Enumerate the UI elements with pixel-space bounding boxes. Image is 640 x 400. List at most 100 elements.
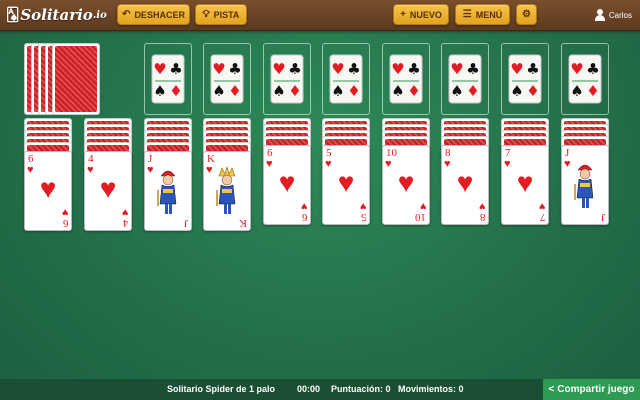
user-icon [594,9,606,21]
svg-text:♣: ♣ [347,60,360,78]
four-suits-icon: ♥ ♣♠ ♦ [151,54,185,104]
foundation-slot[interactable]: ♥ ♣ ♠ ♦ [382,43,430,115]
heart-icon: ♥ [397,167,415,198]
playing-card[interactable]: 4 ♥ 4 ♥ ♥ [84,151,132,231]
heart-icon: ♥ [539,200,546,212]
card-back-pattern [55,46,97,112]
svg-text:♥: ♥ [570,60,583,78]
share-button[interactable]: < Compartir juego [543,379,640,400]
card-rank: 5 [360,211,367,223]
svg-text:♦: ♦ [526,82,539,100]
menu-icon: ☰ [462,9,472,20]
svg-text:♦: ♦ [169,82,182,100]
card-rank: J [600,211,605,223]
playing-card[interactable]: 7 ♥ 7 ♥ ♥ [501,145,549,225]
timer: 00:00 [297,384,321,394]
card-rank: J [183,217,188,229]
foundation-slot[interactable]: ♥ ♣ ♠ ♦ [561,43,609,115]
heart-icon: ♥ [278,167,296,198]
playing-card[interactable]: 6 ♥ 6 ♥ ♥ [263,145,311,225]
hint-button[interactable]: 💡︎ PISTA [195,4,247,25]
logo-suffix: .io [92,9,107,21]
svg-text:♠: ♠ [391,82,404,100]
card-rank: 4 [122,217,129,229]
logo-text: Solitario [20,6,93,24]
svg-text:♣: ♣ [586,60,599,78]
heart-icon: ♥ [122,206,129,218]
plus-icon: + [400,9,406,20]
court-figure [154,164,182,218]
four-suits-icon: ♥ ♣♠ ♦ [270,54,304,104]
four-suits-icon: ♥ ♣♠ ♦ [508,54,542,104]
heart-icon: ♥ [360,200,367,212]
svg-text:♥: ♥ [272,60,285,78]
user-account[interactable]: Carlos [594,5,632,25]
svg-text:♠: ♠ [570,82,583,100]
undo-button[interactable]: ↶ DESHACER [117,4,190,25]
svg-text:♦: ♦ [288,82,301,100]
four-suits-icon: ♥ ♣♠ ♦ [210,54,244,104]
undo-label: DESHACER [134,9,185,20]
share-icon: < [548,384,555,395]
card-rank: 7 [539,211,546,223]
court-figure [213,164,241,218]
playing-card[interactable]: 8 ♥ 8 ♥ ♥ [441,145,489,225]
gear-icon: ⚙ [522,9,531,20]
foundation-slot[interactable]: ♥ ♣ ♠ ♦ [144,43,192,115]
svg-text:♥: ♥ [391,60,404,78]
new-game-button[interactable]: + NUEVO [393,4,449,25]
menu-button[interactable]: ☰ MENÚ [455,4,510,25]
svg-text:♥: ♥ [450,60,463,78]
playing-card[interactable]: 5 ♥ 5 ♥ ♥ [322,145,370,225]
foundation-slot[interactable]: ♥ ♣ ♠ ♦ [263,43,311,115]
card-rank: 8 [479,211,486,223]
score: Puntuación: 0 [331,384,391,394]
svg-text:♠: ♠ [510,82,523,100]
playing-card[interactable]: 10 ♥ 10 ♥ ♥ [382,145,430,225]
svg-text:♣: ♣ [288,60,301,78]
svg-text:♠: ♠ [153,82,166,100]
playing-card[interactable]: K ♥ K [203,151,251,231]
game-name: Solitario Spider de 1 palo [167,384,276,394]
top-bar: 🂡 Solitario .io ↶ DESHACER 💡︎ PISTA + NU… [0,0,640,31]
card-back[interactable] [52,43,100,115]
foundation-slot[interactable]: ♥ ♣ ♠ ♦ [322,43,370,115]
settings-button[interactable]: ⚙ [516,4,537,25]
heart-icon: ♥ [99,173,117,204]
heart-icon: ♥ [456,167,474,198]
playing-card[interactable]: J ♥ J [144,151,192,231]
svg-text:♠: ♠ [212,82,225,100]
heart-icon: ♥ [479,200,486,212]
four-suits-icon: ♥ ♣♠ ♦ [329,54,363,104]
share-label: Compartir juego [557,384,635,395]
svg-text:♠: ♠ [331,82,344,100]
foundation-slot[interactable]: ♥ ♣ ♠ ♦ [203,43,251,115]
heart-icon: ♥ [420,200,427,212]
svg-text:♣: ♣ [526,60,539,78]
svg-text:♦: ♦ [347,82,360,100]
svg-text:♥: ♥ [331,60,344,78]
svg-text:♦: ♦ [407,82,420,100]
svg-text:♥: ♥ [510,60,523,78]
svg-text:♣: ♣ [169,60,182,78]
svg-text:♥: ♥ [153,60,166,78]
hint-label: PISTA [213,9,240,20]
foundation-slot[interactable]: ♥ ♣ ♠ ♦ [441,43,489,115]
svg-text:♦: ♦ [466,82,479,100]
court-figure [571,158,599,212]
svg-text:♦: ♦ [228,82,241,100]
logo[interactable]: 🂡 Solitario .io [6,4,107,26]
four-suits-icon: ♥ ♣♠ ♦ [568,54,602,104]
card-rank: 6 [62,217,69,229]
svg-text:♣: ♣ [407,60,420,78]
card-rank: K [239,217,247,229]
menu-label: MENÚ [475,9,503,20]
playing-card[interactable]: J ♥ J [561,145,609,225]
heart-icon: ♥ [147,164,154,176]
svg-text:♠: ♠ [272,82,285,100]
foundation-slot[interactable]: ♥ ♣ ♠ ♦ [501,43,549,115]
playing-card[interactable]: 6 ♥ 6 ♥ ♥ [24,151,72,231]
card-rank: 10 [415,211,426,223]
user-name: Carlos [608,10,632,20]
svg-text:♦: ♦ [586,82,599,100]
